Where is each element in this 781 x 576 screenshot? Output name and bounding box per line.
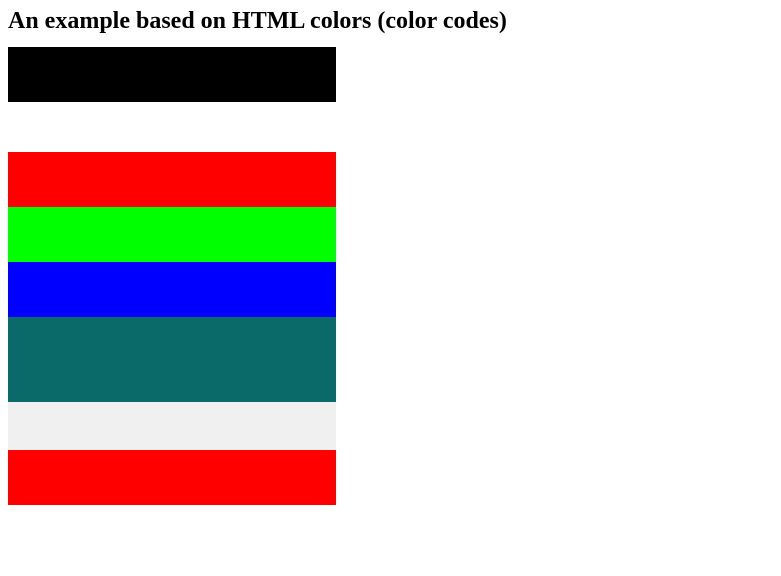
color-swatch-group [8, 47, 336, 505]
color-swatch-red-2 [8, 450, 336, 505]
color-swatch-light [8, 402, 336, 450]
color-swatch-green [8, 207, 336, 262]
page-heading: An example based on HTML colors (color c… [8, 8, 773, 35]
color-swatch-white [8, 102, 336, 152]
color-swatch-teal [8, 317, 336, 402]
color-swatch-blue [8, 262, 336, 317]
color-swatch-black [8, 47, 336, 102]
color-swatch-red [8, 152, 336, 207]
